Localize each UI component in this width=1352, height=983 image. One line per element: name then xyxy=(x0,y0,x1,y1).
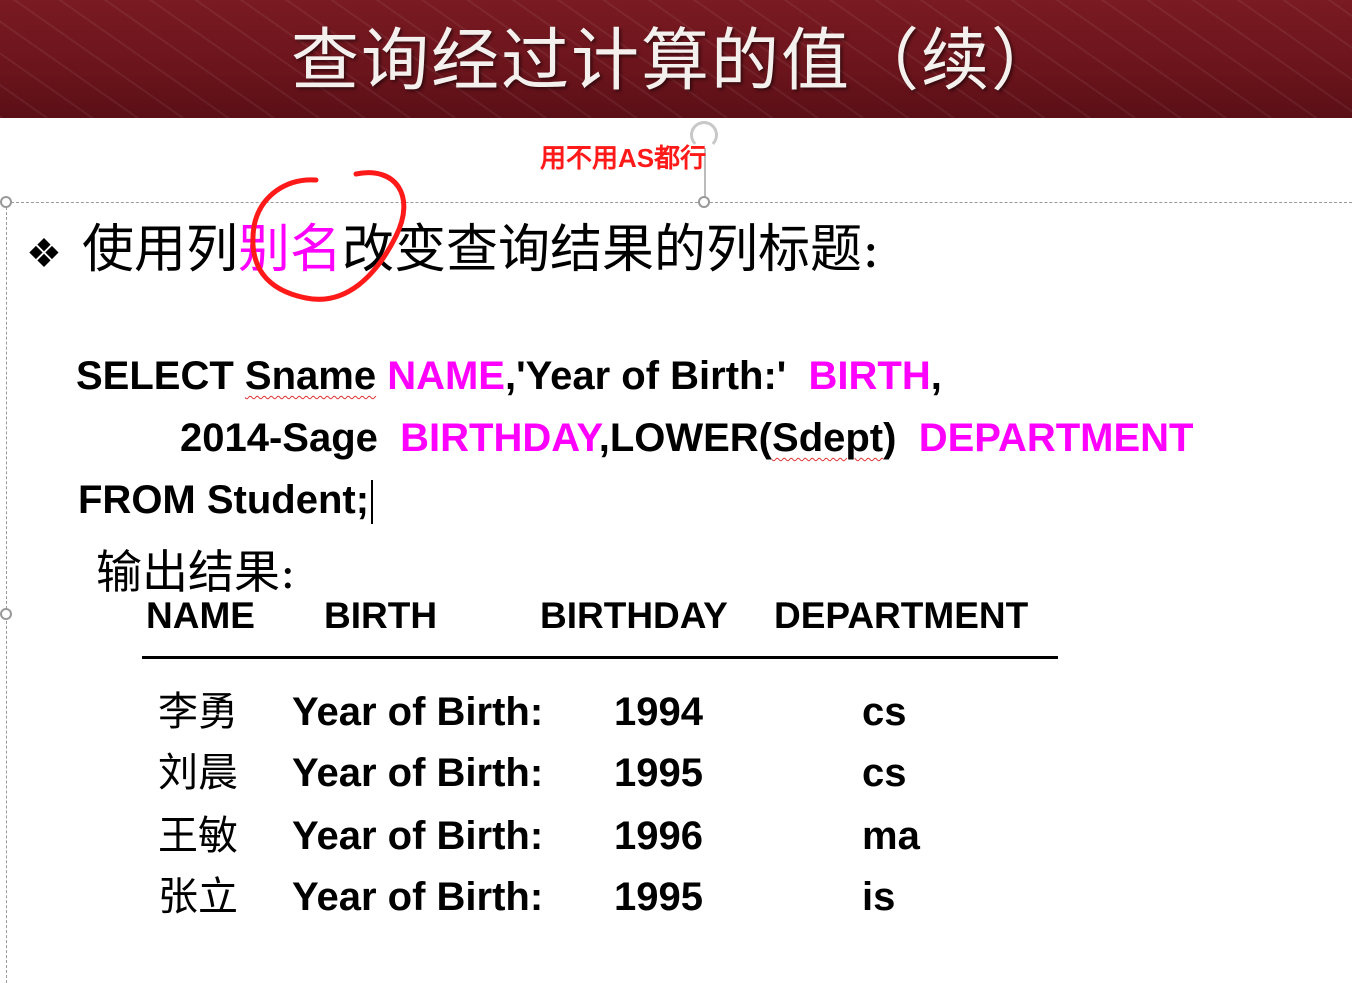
table-header-name: NAME xyxy=(146,595,255,636)
title-bar: 查询经过计算的值（续） xyxy=(0,0,1352,118)
bullet-heading: 使用列别名改变查询结果的列标题: xyxy=(82,218,880,282)
output-label: 输出结果: xyxy=(96,545,296,599)
cell-birthday: 1995 xyxy=(614,751,703,795)
alias-birth: BIRTH xyxy=(808,354,931,398)
sql-lower: ,LOWER( xyxy=(598,416,773,460)
alias-department: DEPARTMENT xyxy=(918,416,1194,460)
cell-name: 刘晨 xyxy=(158,750,238,796)
red-circle-annotation xyxy=(250,170,407,302)
cell-department: is xyxy=(862,875,896,919)
table-row: 刘晨 Year of Birth: 1995 cs xyxy=(0,745,1352,805)
cell-department: ma xyxy=(862,814,920,858)
sql-select: SELECT xyxy=(76,354,245,398)
table-header-birth: BIRTH xyxy=(324,595,438,636)
annotation-note: 用不用AS都行 xyxy=(540,143,707,173)
table-header-birthday: BIRTHDAY xyxy=(540,595,728,636)
table-row: 王敏 Year of Birth: 1996 ma xyxy=(0,808,1352,868)
cell-name: 李勇 xyxy=(158,689,238,735)
sql-year-literal: ,'Year of Birth:' xyxy=(504,354,809,398)
resize-handle-top-left[interactable] xyxy=(0,196,12,208)
heading-text-after: 改变查询结果的列标题: xyxy=(342,220,880,280)
resize-handle-left-mid[interactable] xyxy=(0,608,12,620)
sql-sdept: Sdept xyxy=(772,416,884,460)
cell-name: 王敏 xyxy=(158,813,238,859)
sql-sname: Sname xyxy=(244,354,377,398)
cell-birth: Year of Birth: xyxy=(292,875,544,919)
text-cursor xyxy=(371,480,374,525)
cell-birthday: 1996 xyxy=(614,814,703,858)
slide-title: 查询经过计算的值（续） xyxy=(290,22,1061,101)
cell-birth: Year of Birth: xyxy=(292,690,544,734)
sql-comma: , xyxy=(930,354,942,398)
table-header-rule xyxy=(142,656,1058,659)
sql-line-2: 2014-Sage BIRTHDAY,LOWER(Sdept) DEPARTME… xyxy=(180,414,1194,462)
alias-name: NAME xyxy=(387,354,505,398)
table-header-department: DEPARTMENT xyxy=(774,595,1029,636)
heading-text-before: 使用列 xyxy=(82,220,239,280)
bullet-diamond-icon: ❖ xyxy=(26,232,62,276)
cell-birthday: 1995 xyxy=(614,875,703,919)
table-row: 张立 Year of Birth: 1995 is xyxy=(0,869,1352,929)
sql-age-expr: 2014-Sage xyxy=(180,416,401,460)
cell-birth: Year of Birth: xyxy=(292,751,544,795)
cell-birth: Year of Birth: xyxy=(292,814,544,858)
cell-department: cs xyxy=(862,690,907,734)
sql-from: FROM Student; xyxy=(78,478,370,522)
cell-department: cs xyxy=(862,751,907,795)
alias-birthday: BIRTHDAY xyxy=(400,416,599,460)
cell-birthday: 1994 xyxy=(614,690,703,734)
sql-line-1: SELECT Sname NAME,'Year of Birth:' BIRTH… xyxy=(76,352,942,400)
sql-line-3: FROM Student; xyxy=(78,476,374,525)
table-row: 李勇 Year of Birth: 1994 cs xyxy=(0,684,1352,744)
sql-close-paren: ) xyxy=(883,416,919,460)
resize-handle-top-mid[interactable] xyxy=(698,196,710,208)
sql-space xyxy=(376,354,387,398)
cell-name: 张立 xyxy=(158,874,238,920)
